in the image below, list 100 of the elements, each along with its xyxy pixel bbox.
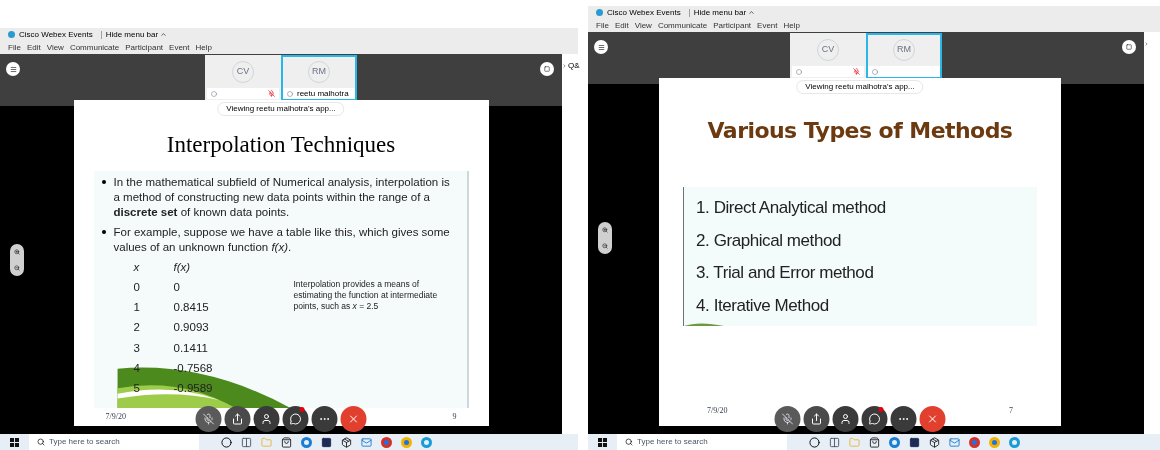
slide-number: 7	[1009, 405, 1013, 417]
slide-number: 9	[452, 411, 457, 423]
search-placeholder: Type here to search	[637, 436, 708, 448]
app-tile-icon[interactable]	[321, 436, 332, 448]
search-field[interactable]: Type here to search	[617, 434, 787, 450]
slide-date: 7/9/20	[707, 405, 728, 417]
mute-button[interactable]	[195, 406, 222, 432]
zoom-control[interactable]	[10, 244, 24, 276]
browser-icon[interactable]	[989, 436, 1000, 448]
zoom-in-icon	[14, 249, 20, 255]
slide-title: Interpolation Techniques	[165, 131, 397, 159]
task-view-icon[interactable]	[829, 436, 840, 448]
circle-icon[interactable]	[221, 436, 232, 448]
hide-menu-button[interactable]: Hide menu bar	[688, 8, 756, 17]
list-item: 3. Trial and Error method	[696, 262, 875, 284]
browser-icon[interactable]	[401, 436, 412, 448]
search-placeholder: Type here to search	[49, 436, 120, 448]
chat-button[interactable]	[282, 406, 309, 432]
caret-icon	[748, 9, 756, 16]
participant-tile[interactable]: RM	[866, 33, 942, 79]
chevron-icon	[1144, 40, 1149, 48]
more-button[interactable]	[311, 406, 338, 432]
circle-icon[interactable]	[809, 436, 820, 448]
leave-button[interactable]	[919, 406, 946, 432]
edge-browser-icon[interactable]	[301, 436, 312, 448]
share-button[interactable]	[803, 406, 830, 432]
table-cell-text: -0.7568	[173, 360, 214, 376]
menu-item[interactable]: Edit	[614, 21, 629, 30]
menu-item[interactable]: File	[8, 43, 21, 52]
app-logo-icon	[8, 31, 15, 38]
hide-menu-button[interactable]: Hide menu bar	[100, 30, 168, 39]
status-icon	[872, 68, 878, 75]
box-icon[interactable]	[929, 436, 940, 448]
participant-name: reetu malhotra	[297, 89, 349, 98]
share-button[interactable]	[224, 406, 251, 432]
list-item: 1. Direct Analytical method	[696, 197, 887, 219]
status-icon	[211, 90, 217, 97]
menu-item[interactable]: Communicate	[69, 43, 120, 52]
edge-browser-icon[interactable]	[889, 436, 900, 448]
participants-button[interactable]	[832, 406, 859, 432]
share-icon	[231, 413, 244, 425]
mute-button[interactable]	[774, 406, 801, 432]
bullet-icon	[101, 179, 106, 184]
bag-icon[interactable]	[869, 436, 880, 448]
search-icon	[625, 438, 633, 446]
menu-item[interactable]: Participant	[713, 21, 752, 30]
more-button[interactable]	[890, 406, 917, 432]
browser-icon[interactable]	[381, 436, 392, 448]
browser-icon[interactable]	[969, 436, 980, 448]
participant-tile[interactable]: CV	[205, 55, 281, 101]
bullet-text: In the mathematical subfield of Numerical analysis, interpolation is a method of constructing new data points within the range of a discrete set of known data points.	[113, 174, 451, 220]
person-icon	[839, 413, 852, 425]
zoom-out-icon	[14, 265, 20, 271]
menu-icon	[597, 43, 605, 51]
bag-icon[interactable]	[281, 436, 292, 448]
menu-item[interactable]: View	[634, 21, 652, 30]
table-cell-text: 0.8415	[173, 300, 210, 315]
menu-item[interactable]: View	[46, 43, 64, 52]
table-cell-text: -0.9589	[173, 381, 214, 396]
app-title: Cisco Webex Events	[607, 8, 681, 17]
column-header: f(x)	[173, 259, 192, 275]
menu-item[interactable]: Event	[757, 21, 778, 30]
menu-item[interactable]: Help	[195, 43, 212, 52]
table-cell-text: 3	[133, 340, 141, 356]
menu-item[interactable]: Communicate	[657, 21, 708, 30]
zoom-control[interactable]	[598, 222, 612, 254]
note-text: Interpolation provides a means of estimating the function at intermediate points, such as x = 2.5	[293, 278, 439, 313]
table-cell-text: 1	[133, 300, 141, 315]
ring-logo-icon[interactable]	[421, 436, 432, 448]
box-icon[interactable]	[341, 436, 352, 448]
app-tile-icon[interactable]	[909, 436, 920, 448]
status-icon	[796, 68, 802, 75]
app-logo-icon	[596, 9, 603, 16]
status-icon	[287, 90, 293, 97]
start-icon[interactable]	[598, 437, 607, 447]
menu-item[interactable]: File	[596, 21, 609, 30]
share-icon	[810, 413, 823, 425]
participants-button[interactable]	[253, 406, 280, 432]
menu-icon	[9, 65, 17, 73]
start-icon[interactable]	[10, 437, 19, 447]
search-field[interactable]: Type here to search	[29, 434, 199, 450]
viewing-banner: Viewing reetu malhotra's app...	[217, 102, 345, 116]
participant-tile[interactable]: CV	[790, 33, 866, 79]
menu-item[interactable]: Edit	[26, 43, 41, 52]
search-icon	[37, 438, 45, 446]
chat-button[interactable]	[861, 406, 888, 432]
layout-icon	[1126, 44, 1132, 50]
menu-item[interactable]: Event	[169, 43, 190, 52]
mail-icon[interactable]	[361, 436, 372, 448]
list-item: 2. Graphical method	[696, 229, 842, 252]
task-view-icon[interactable]	[241, 436, 252, 448]
app-title: Cisco Webex Events	[19, 30, 93, 39]
list-item: 4. Iterative Method	[696, 294, 830, 317]
menu-item[interactable]: Participant	[125, 43, 164, 52]
table-cell-text: 2	[133, 320, 141, 336]
mail-icon[interactable]	[949, 436, 960, 448]
leave-button[interactable]	[340, 406, 367, 432]
menu-item[interactable]: Help	[783, 21, 800, 30]
ring-logo-icon[interactable]	[1009, 436, 1020, 448]
participant-tile[interactable]: RM reetu malhotra	[281, 55, 357, 101]
